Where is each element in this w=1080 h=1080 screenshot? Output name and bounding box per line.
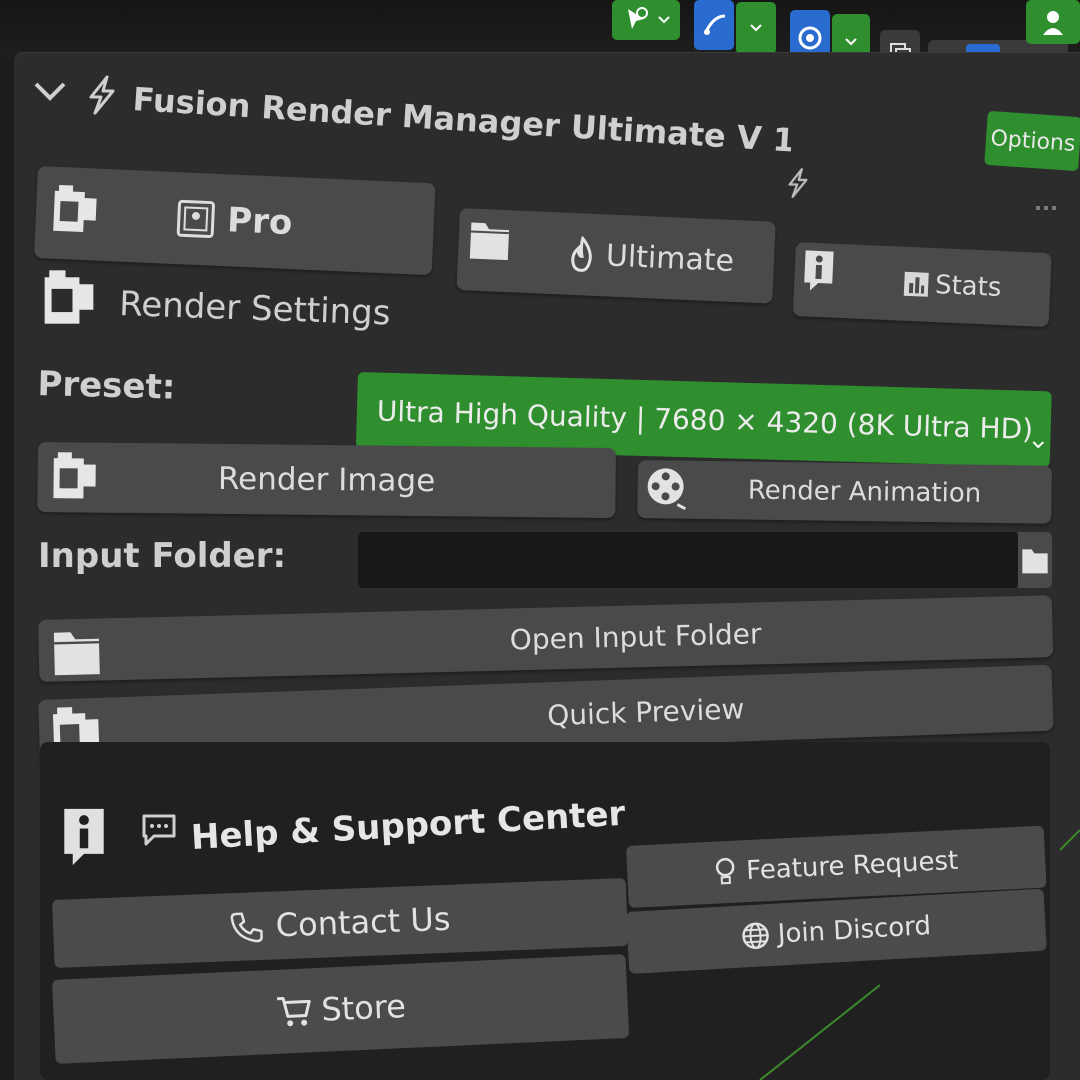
viewport-grid-lines [759,829,1080,1080]
